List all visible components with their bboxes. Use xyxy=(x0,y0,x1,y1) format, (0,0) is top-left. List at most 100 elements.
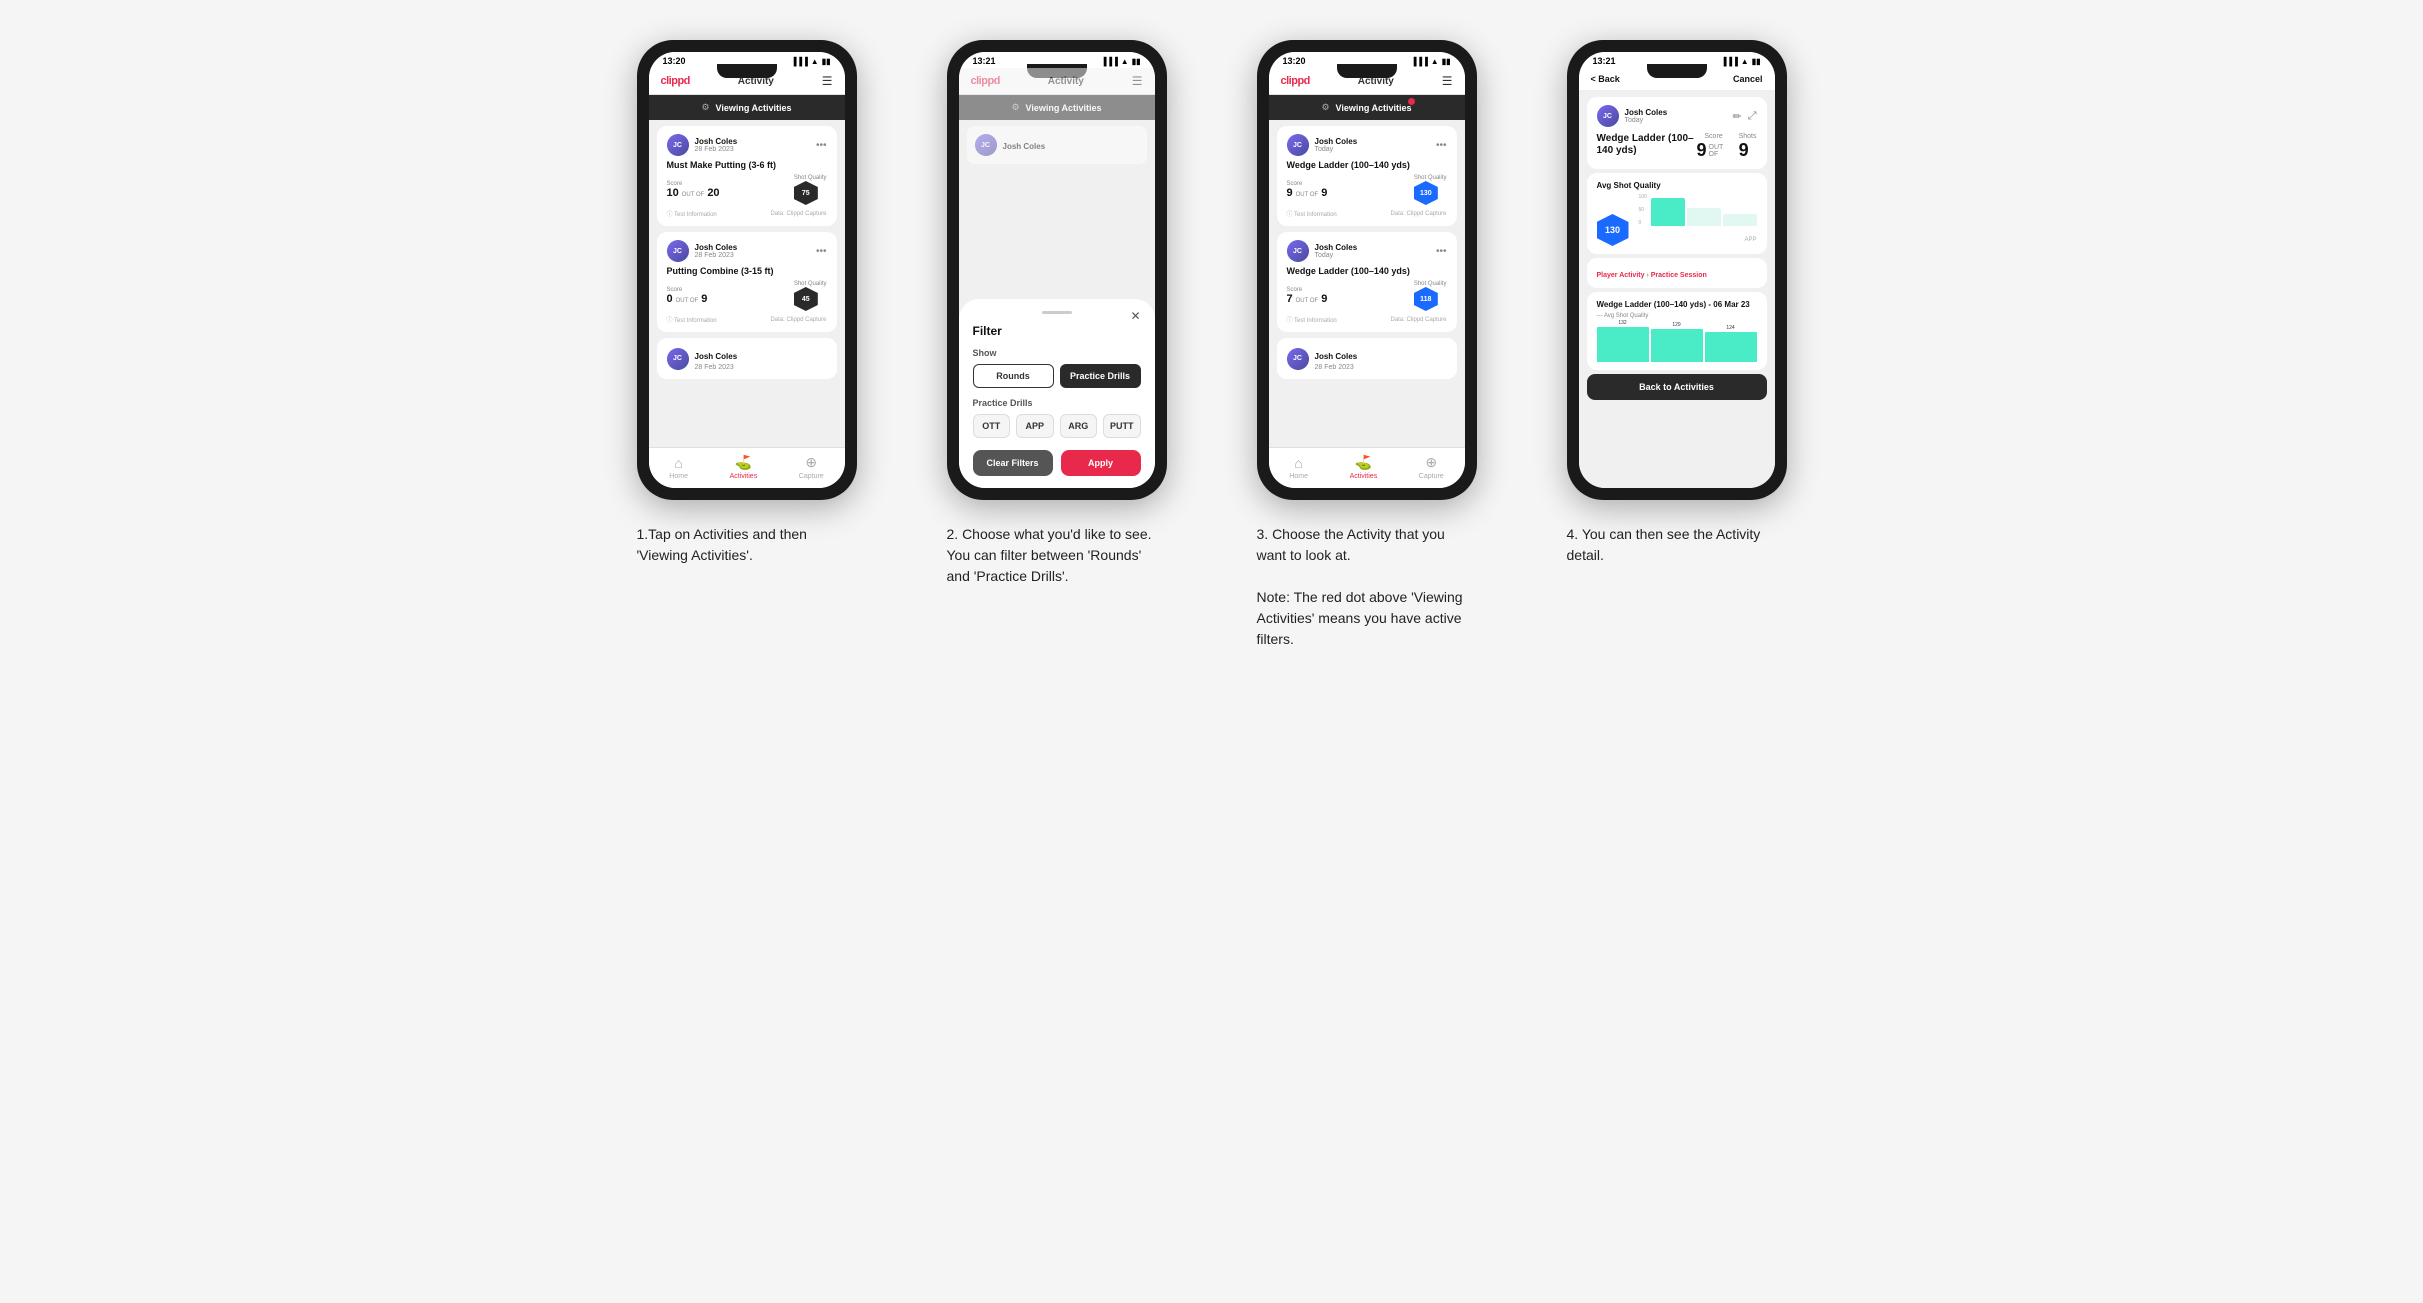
score-val-row-4: 9 OUT OF xyxy=(1697,140,1731,161)
notch-1 xyxy=(717,64,777,78)
viewing-bar-text-2: Viewing Activities xyxy=(1026,103,1102,113)
quality-block-1-2: Shot Quality 45 xyxy=(794,281,827,311)
chart-row-4: 130 100 50 0 xyxy=(1597,194,1757,246)
capture-label-1: Capture xyxy=(799,473,824,480)
clear-filters-btn[interactable]: Clear Filters xyxy=(973,450,1053,476)
apply-filter-btn[interactable]: Apply xyxy=(1061,450,1141,476)
quality-val-4: 130 xyxy=(1605,225,1620,235)
practice-drills-filter-btn[interactable]: Practice Drills xyxy=(1060,364,1141,388)
user-name-3-2: Josh Coles xyxy=(1315,243,1358,252)
status-bar-3: 13:20 ▐▐▐ ▲ ▮▮ xyxy=(1269,52,1465,68)
viewing-bar-2: ⚙ Viewing Activities xyxy=(959,95,1155,120)
back-activities-btn-4[interactable]: Back to Activities xyxy=(1587,374,1767,400)
detail-title-row-4: Wedge Ladder (100–140 yds) Score 9 OUT O… xyxy=(1597,133,1757,161)
detail-user-date-4: Today xyxy=(1625,117,1668,124)
home-nav-1[interactable]: ⌂ Home xyxy=(669,455,688,480)
detail-content-4: JC Josh Coles Today ✏ ⤢ xyxy=(1579,91,1775,488)
activity-list-1: JC Josh Coles 28 Feb 2023 ••• Must Make … xyxy=(649,120,845,447)
more-options-3-2[interactable]: ••• xyxy=(1436,246,1447,257)
activities-nav-3[interactable]: ⛳ Activities xyxy=(1350,454,1378,480)
more-options-1-2[interactable]: ••• xyxy=(816,246,827,257)
more-options-3-1[interactable]: ••• xyxy=(1436,140,1447,151)
bar-val-1: 132 xyxy=(1618,320,1626,326)
ott-drill-btn[interactable]: OTT xyxy=(973,414,1011,438)
shots-val-4: 9 xyxy=(1739,140,1749,160)
outof-4: OUT OF xyxy=(1709,144,1731,158)
detail-user-name-4: Josh Coles xyxy=(1625,108,1668,117)
wedge-bars-section-4: 132 129 124 xyxy=(1597,322,1757,362)
shots-label-4: Shots xyxy=(1739,133,1757,140)
home-nav-3[interactable]: ⌂ Home xyxy=(1289,455,1308,480)
rounds-filter-btn[interactable]: Rounds xyxy=(973,364,1054,388)
nav-menu-1[interactable]: ☰ xyxy=(822,74,833,88)
chart-bar-2 xyxy=(1687,208,1721,226)
activity-header-3-2: JC Josh Coles Today ••• xyxy=(1287,240,1447,262)
filter-show-btns: Rounds Practice Drills xyxy=(973,364,1141,388)
viewing-bar-text-1: Viewing Activities xyxy=(716,103,792,113)
wifi-icon-3: ▲ xyxy=(1431,57,1439,66)
activity-item-1-3[interactable]: JC Josh Coles 28 Feb 2023 xyxy=(657,338,837,379)
back-btn-4[interactable]: < Back xyxy=(1591,74,1620,84)
chart-bar-3 xyxy=(1723,214,1757,226)
nav-menu-2[interactable]: ☰ xyxy=(1132,74,1143,88)
page-container: 13:20 ▐▐▐ ▲ ▮▮ clippd Activity ☰ ⚙ xyxy=(612,40,1812,650)
activity-item-3-1[interactable]: JC Josh Coles Today ••• Wedge Ladder (10… xyxy=(1277,126,1457,226)
wedge-bar-2: 129 xyxy=(1651,322,1703,362)
outof-1-2: OUT OF xyxy=(676,298,699,304)
nav-menu-3[interactable]: ☰ xyxy=(1442,74,1453,88)
detail-header-card-4: JC Josh Coles Today ✏ ⤢ xyxy=(1587,97,1767,169)
cancel-btn-4[interactable]: Cancel xyxy=(1733,74,1763,84)
phone-4: 13:21 ▐▐▐ ▲ ▮▮ < Back Cancel xyxy=(1567,40,1787,500)
user-name-1-2: Josh Coles xyxy=(695,243,738,252)
filter-handle xyxy=(1042,311,1072,314)
bar-rect-1 xyxy=(1597,327,1649,362)
nav-logo-2: clippd xyxy=(971,75,1000,87)
filter-close-btn[interactable]: ✕ xyxy=(1130,309,1140,323)
capture-nav-3[interactable]: ⊕ Capture xyxy=(1419,454,1444,480)
arg-drill-btn[interactable]: ARG xyxy=(1060,414,1098,438)
quality-label-1-1: Shot Quality xyxy=(794,175,827,181)
user-info-1-1: JC Josh Coles 28 Feb 2023 xyxy=(667,134,738,156)
shots-val-3-2: 9 xyxy=(1321,293,1327,305)
bar-chart-container-4: 100 50 0 APP xyxy=(1633,194,1757,246)
viewing-bar-3[interactable]: ⚙ Viewing Activities xyxy=(1269,95,1465,120)
more-options-1-1[interactable]: ••• xyxy=(816,140,827,151)
score-inline-3-2: 7 OUT OF 9 xyxy=(1287,293,1328,305)
score-inline-3-1: 9 OUT OF 9 xyxy=(1287,187,1328,199)
caption-2: 2. Choose what you'd like to see. You ca… xyxy=(947,524,1167,587)
edit-icon-4[interactable]: ✏ xyxy=(1732,110,1741,123)
stats-row-3-1: Score 9 OUT OF 9 Shot Quality 130 xyxy=(1287,175,1447,205)
activities-icon-3: ⛳ xyxy=(1355,454,1372,471)
bottom-nav-1: ⌂ Home ⛳ Activities ⊕ Capture xyxy=(649,447,845,488)
wifi-icon-2: ▲ xyxy=(1121,57,1129,66)
capture-nav-1[interactable]: ⊕ Capture xyxy=(799,454,824,480)
quality-label-1-2: Shot Quality xyxy=(794,281,827,287)
activity-item-1-1[interactable]: JC Josh Coles 28 Feb 2023 ••• Must Make … xyxy=(657,126,837,226)
putt-drill-btn[interactable]: PUTT xyxy=(1103,414,1141,438)
detail-user-avatar-4: JC xyxy=(1597,105,1619,127)
activity-item-3-3[interactable]: JC Josh Coles 28 Feb 2023 xyxy=(1277,338,1457,379)
bottom-nav-3: ⌂ Home ⛳ Activities ⊕ Capture xyxy=(1269,447,1465,488)
activity-item-3-2[interactable]: JC Josh Coles Today ••• Wedge Ladder (10… xyxy=(1277,232,1457,332)
app-drill-btn[interactable]: APP xyxy=(1016,414,1054,438)
activity-item-1-2[interactable]: JC Josh Coles 28 Feb 2023 ••• Putting Co… xyxy=(657,232,837,332)
detail-avatar-img-4: JC xyxy=(1597,105,1619,127)
expand-icon-4[interactable]: ⤢ xyxy=(1748,110,1757,123)
signal-icon-3: ▐▐▐ xyxy=(1411,57,1428,66)
scores-container-4: Score 9 OUT OF Shots 9 xyxy=(1697,133,1757,161)
score-label-4: Score xyxy=(1697,133,1731,140)
wedge-avg-label-4: --- Avg Shot Quality xyxy=(1597,313,1757,319)
info-right-1-1: Data: Clippd Capture xyxy=(770,211,826,217)
outof-1-1: OUT OF xyxy=(682,192,705,198)
battery-icon-1: ▮▮ xyxy=(822,57,831,66)
red-dot-3 xyxy=(1408,98,1415,105)
nav-logo-3: clippd xyxy=(1281,75,1310,87)
user-avatar-dim: JC xyxy=(975,134,997,156)
activities-nav-1[interactable]: ⛳ Activities xyxy=(730,454,758,480)
info-row-3-2: ⓘ Test Information Data: Clippd Capture xyxy=(1287,315,1447,324)
user-date-1-3: 28 Feb 2023 xyxy=(695,364,738,371)
viewing-bar-1[interactable]: ⚙ Viewing Activities xyxy=(649,95,845,120)
bar-chart-4: 100 50 0 xyxy=(1639,194,1757,226)
activity-header-3-1: JC Josh Coles Today ••• xyxy=(1287,134,1447,156)
status-time-1: 13:20 xyxy=(663,56,686,66)
